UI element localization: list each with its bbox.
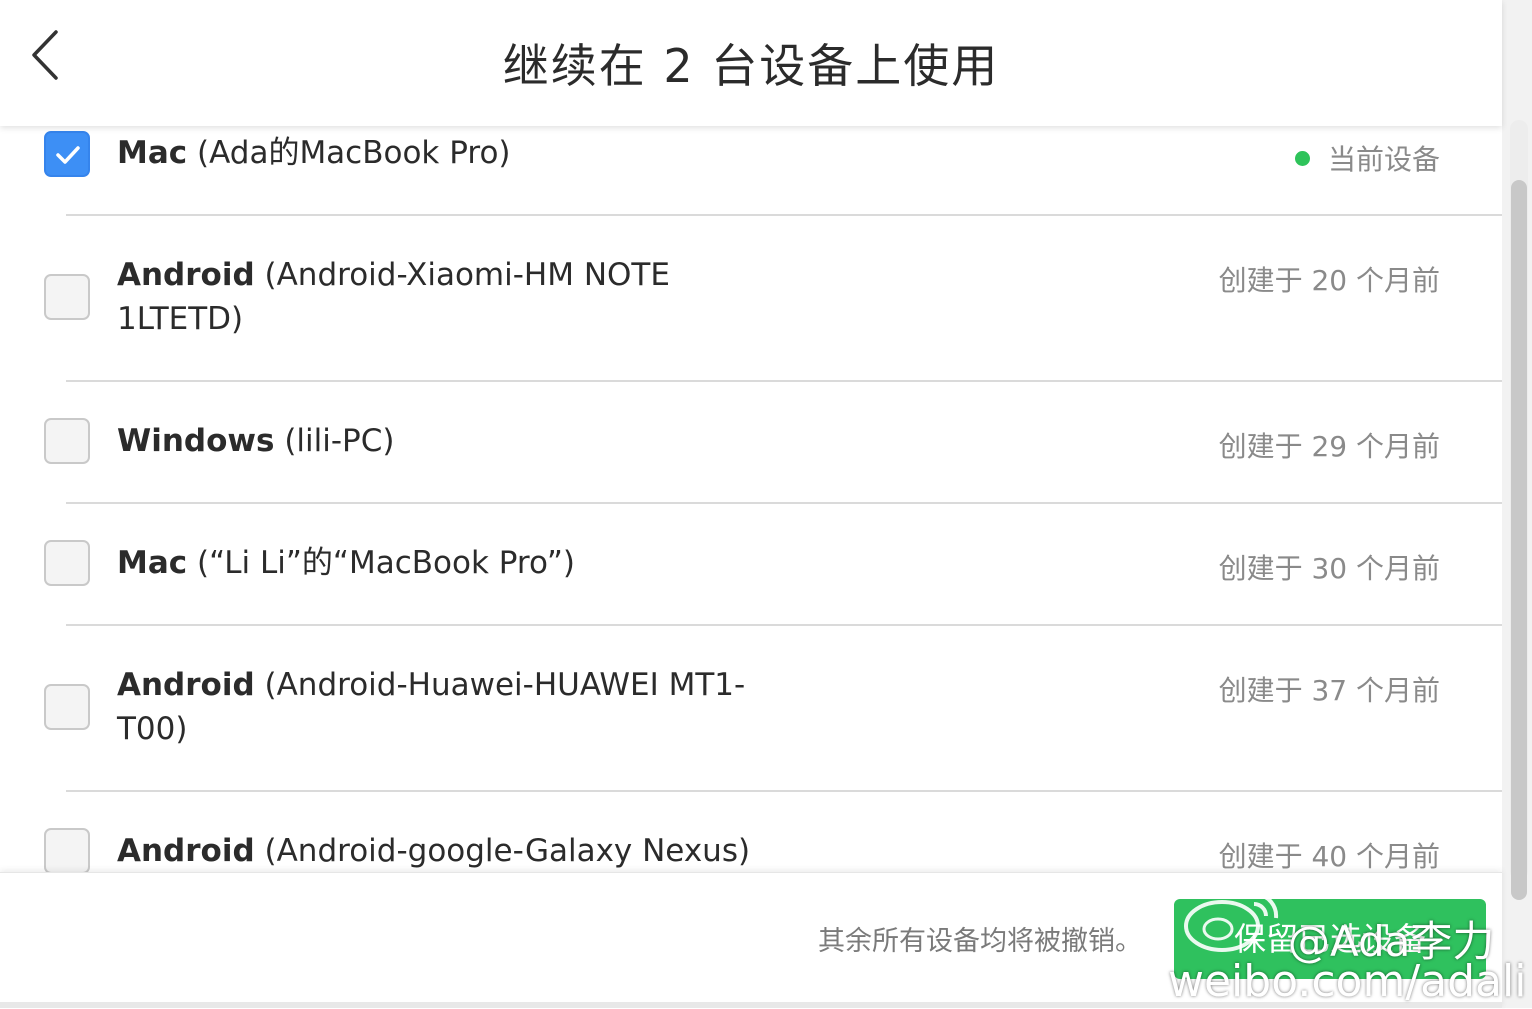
page-title: 继续在 2 台设备上使用 — [502, 39, 1000, 93]
device-management-page: 继续在 2 台设备上使用 Mac (Ada的MacBook Pro) 当前设备 … — [0, 0, 1502, 1009]
device-name-cont: T00) — [117, 711, 188, 747]
revoke-note: 其余所有设备均将被撤销。 — [818, 926, 1142, 957]
device-type: Android — [117, 667, 255, 703]
device-type: Android — [117, 833, 255, 869]
device-row[interactable]: Windows (lili-PC) 创建于 29 个月前 — [0, 382, 1502, 502]
device-type: Mac — [117, 135, 188, 171]
footer-bar: 其余所有设备均将被撤销。 保留已选设备 — [0, 872, 1502, 1009]
device-checkbox[interactable] — [44, 418, 90, 464]
device-row[interactable]: Android (Android-Xiaomi-HM NOTE 1LTETD) 创… — [0, 216, 1502, 380]
device-label: Mac (Ada的MacBook Pro) — [117, 131, 717, 175]
created-time: 创建于 20 个月前 — [1218, 264, 1440, 297]
device-label: Android (Android-Huawei-HUAWEI MT1- T00) — [117, 663, 757, 751]
device-checkbox[interactable] — [44, 684, 90, 730]
device-row[interactable]: Mac (“Li Li”的“MacBook Pro”) 创建于 30 个月前 — [0, 504, 1502, 624]
device-list[interactable]: Mac (Ada的MacBook Pro) 当前设备 Android (Andr… — [0, 126, 1502, 872]
device-checkbox[interactable] — [44, 131, 90, 177]
device-type: Mac — [117, 545, 188, 581]
device-name: (“Li Li”的“MacBook Pro”) — [187, 545, 575, 581]
created-time: 创建于 40 个月前 — [1218, 840, 1440, 872]
device-label: Android (Android-Xiaomi-HM NOTE 1LTETD) — [117, 253, 717, 341]
keep-selected-button[interactable]: 保留已选设备 — [1174, 899, 1486, 979]
device-name: (Android-Huawei-HUAWEI MT1- — [254, 667, 746, 703]
device-type: Android — [117, 257, 255, 293]
device-row[interactable]: Mac (Ada的MacBook Pro) 当前设备 — [0, 126, 1502, 214]
device-name: (Android-Xiaomi-HM NOTE — [254, 257, 670, 293]
device-checkbox[interactable] — [44, 540, 90, 586]
checkmark-icon — [56, 146, 80, 164]
header-bar: 继续在 2 台设备上使用 — [0, 0, 1502, 126]
device-name: (lili-PC) — [274, 423, 395, 459]
device-row[interactable]: Android (Android-Huawei-HUAWEI MT1- T00) … — [0, 626, 1502, 790]
device-label: Android (Android-google-Galaxy Nexus) — [117, 829, 817, 872]
created-time: 创建于 37 个月前 — [1218, 674, 1440, 707]
bottom-edge — [0, 1002, 1502, 1008]
device-status: 当前设备 — [1294, 138, 1440, 178]
status-dot-icon — [1294, 151, 1310, 166]
device-label: Windows (lili-PC) — [117, 419, 717, 463]
device-checkbox[interactable] — [44, 274, 90, 320]
device-name: (Android-google-Galaxy Nexus) — [254, 833, 751, 869]
current-device-label: 当前设备 — [1327, 143, 1440, 176]
created-time: 创建于 30 个月前 — [1218, 552, 1440, 585]
device-checkbox[interactable] — [44, 828, 90, 872]
device-name: (Ada的MacBook Pro) — [187, 135, 511, 171]
device-name-cont: 1LTETD) — [117, 301, 244, 337]
device-label: Mac (“Li Li”的“MacBook Pro”) — [117, 541, 717, 585]
device-row[interactable]: Android (Android-google-Galaxy Nexus) 创建… — [0, 792, 1502, 872]
scrollbar-thumb[interactable] — [1511, 180, 1527, 900]
device-type: Windows — [117, 423, 275, 459]
created-time: 创建于 29 个月前 — [1218, 430, 1440, 463]
